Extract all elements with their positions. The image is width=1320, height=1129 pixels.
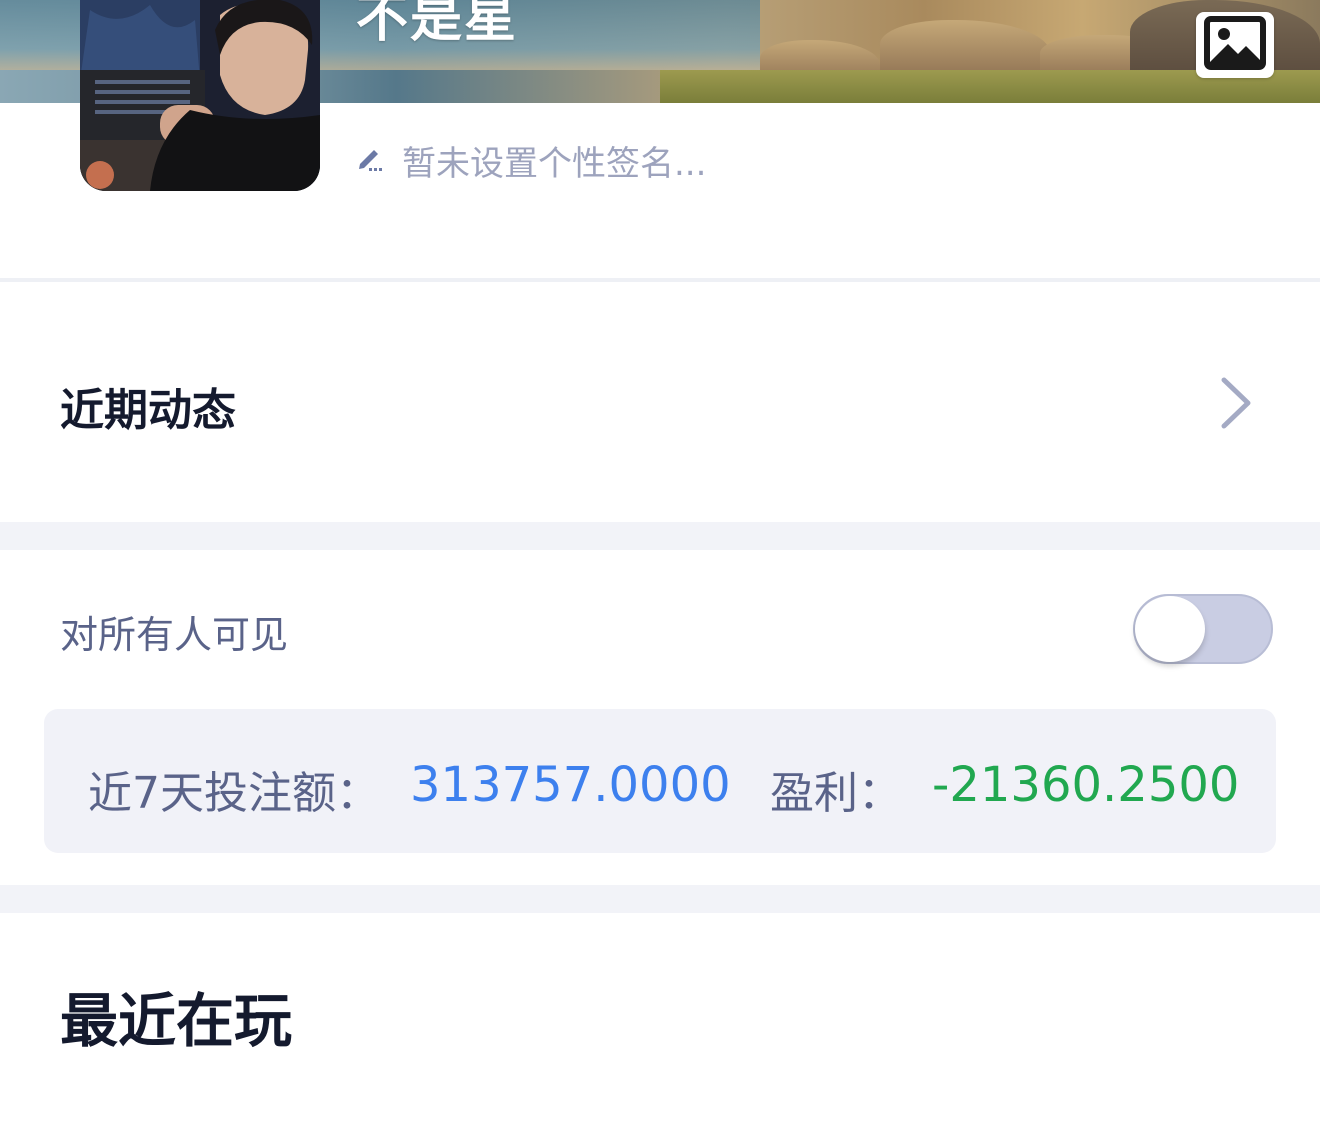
image-icon [1204,16,1266,74]
bet-amount-label: 近7天投注额： [88,768,380,819]
profit-label: 盈利： [770,768,902,819]
recent-activity-row[interactable]: 近期动态 [0,282,1320,522]
recent-activity-title: 近期动态 [60,385,236,436]
stats-card: 近7天投注额： 313757.0000 盈利： -21360.2500 [44,709,1276,853]
avatar[interactable] [80,0,320,191]
toggle-knob [1135,596,1205,662]
section-gap [0,522,1320,550]
signature-row[interactable]: 暂未设置个性签名... [356,134,706,186]
change-background-button[interactable] [1196,12,1274,78]
username: 不是星 [356,0,519,49]
recent-playing-title: 最近在玩 [60,987,293,1055]
signature-text: 暂未设置个性签名... [402,143,707,184]
pencil-icon [356,144,384,176]
visibility-label: 对所有人可见 [60,613,289,657]
chevron-right-icon [1214,374,1258,436]
section-gap [0,885,1320,913]
visibility-toggle[interactable] [1133,594,1273,664]
bet-amount-value: 313757.0000 [410,757,731,813]
profit-value: -21360.2500 [932,757,1240,813]
